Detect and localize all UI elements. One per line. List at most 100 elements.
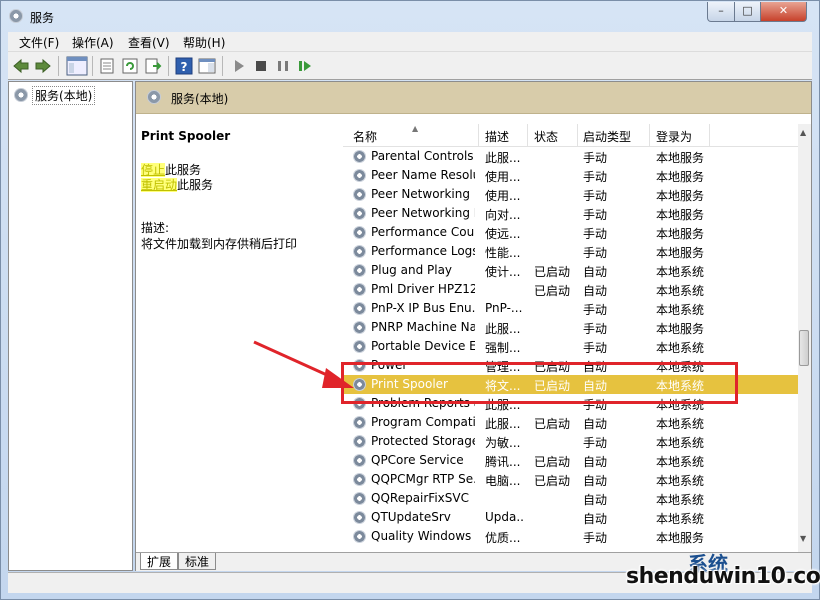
table-row[interactable]: QPCore Service 腾讯... 已启动 自动 本地系统: [343, 451, 798, 470]
menu-file[interactable]: 文件(F): [19, 34, 59, 51]
table-row[interactable]: QTUpdateSrv Upda... 自动 本地系统: [343, 508, 798, 527]
service-startup-cell: 手动: [583, 208, 608, 222]
properties-icon[interactable]: [98, 57, 116, 75]
service-desc-cell: 使用...: [485, 189, 521, 203]
table-row[interactable]: Performance Cou... 使远... 手动 本地服务: [343, 223, 798, 242]
service-gear-icon: [353, 264, 366, 277]
service-startup-cell: 手动: [583, 341, 608, 355]
service-name-cell: Peer Networking ...: [371, 187, 475, 201]
close-button[interactable]: ✕: [760, 2, 807, 22]
table-row[interactable]: QQRepairFixSVC 自动 本地系统: [343, 489, 798, 508]
column-headers: ▲ 名称 描述 状态 启动类型 登录为: [343, 124, 798, 147]
service-startup-cell: 自动: [583, 284, 608, 298]
service-detail-panel: Print Spooler 停止此服务 重启动此服务 描述: 将文件加载到内存供…: [136, 114, 341, 552]
column-logon-as[interactable]: 登录为: [656, 128, 692, 145]
highlight-box-annotation: [341, 362, 738, 404]
service-name-cell: Program Compati...: [371, 415, 475, 429]
table-row[interactable]: Parental Controls 此服... 手动 本地服务: [343, 147, 798, 166]
stop-link[interactable]: 停止: [141, 163, 166, 177]
service-name-cell: QQPCMgr RTP Se...: [371, 472, 475, 486]
service-name-cell: Performance Cou...: [371, 225, 475, 239]
service-startup-cell: 手动: [583, 151, 608, 165]
show-hide-console-tree-icon[interactable]: [66, 56, 88, 76]
forward-arrow-icon[interactable]: [34, 57, 52, 75]
service-gear-icon: [353, 283, 366, 296]
column-name[interactable]: 名称: [353, 128, 377, 145]
service-startup-cell: 自动: [583, 512, 608, 526]
service-logon-cell: 本地服务: [656, 208, 705, 222]
stop-service-icon[interactable]: [252, 57, 270, 75]
table-row[interactable]: QQPCMgr RTP Se... 电脑... 已启动 自动 本地系统: [343, 470, 798, 489]
scroll-up-icon[interactable]: ▲: [800, 128, 806, 137]
table-row[interactable]: PNRP Machine Na... 此服... 手动 本地服务: [343, 318, 798, 337]
scroll-down-icon[interactable]: ▼: [800, 534, 806, 543]
table-row[interactable]: Peer Name Resolu... 使用... 手动 本地服务: [343, 166, 798, 185]
service-status-cell: 已启动: [534, 417, 571, 431]
help-icon[interactable]: ?: [175, 57, 193, 75]
service-startup-cell: 手动: [583, 303, 608, 317]
watermark-text: shenduwin10.com: [626, 564, 820, 589]
service-startup-cell: 手动: [583, 531, 608, 545]
table-row[interactable]: Quality Windows ... 优质... 手动 本地服务: [343, 527, 798, 546]
menu-help[interactable]: 帮助(H): [183, 34, 225, 51]
table-row[interactable]: Peer Networking ... 使用... 手动 本地服务: [343, 185, 798, 204]
stop-suffix: 此服务: [165, 163, 202, 177]
service-name-cell: QPCore Service: [371, 453, 464, 467]
service-logon-cell: 本地系统: [656, 265, 705, 279]
selected-service-name: Print Spooler: [141, 129, 231, 143]
service-name-cell: PNRP Machine Na...: [371, 320, 475, 334]
service-gear-icon: [353, 169, 366, 182]
tab-extended[interactable]: 扩展: [140, 553, 179, 570]
service-name-cell: Pml Driver HPZ12: [371, 282, 475, 296]
column-description[interactable]: 描述: [485, 128, 509, 145]
menu-view[interactable]: 查看(V): [128, 34, 170, 51]
maximize-button[interactable]: □: [734, 2, 761, 22]
menu-action[interactable]: 操作(A): [72, 34, 114, 51]
column-startup-type[interactable]: 启动类型: [583, 128, 631, 145]
table-row[interactable]: PnP-X IP Bus Enu... PnP-... 手动 本地系统: [343, 299, 798, 318]
service-gear-icon: [353, 150, 366, 163]
minimize-button[interactable]: –: [707, 2, 735, 22]
table-row[interactable]: Program Compati... 此服... 已启动自动 本地系统: [343, 413, 798, 432]
service-desc-cell: 强制...: [485, 341, 521, 355]
service-logon-cell: 本地系统: [656, 284, 705, 298]
action-pane-icon[interactable]: [198, 57, 216, 75]
service-logon-cell: 本地系统: [656, 455, 705, 469]
service-desc-cell: Upda...: [485, 510, 525, 524]
restart-link[interactable]: 重启动: [141, 178, 178, 192]
table-row[interactable]: Pml Driver HPZ12 已启动 自动 本地系统: [343, 280, 798, 299]
table-row[interactable]: Performance Logs... 性能... 手动 本地服务: [343, 242, 798, 261]
service-gear-icon: [353, 226, 366, 239]
export-list-icon[interactable]: [144, 57, 162, 75]
service-startup-cell: 自动: [583, 474, 608, 488]
service-gear-icon: [353, 492, 366, 505]
back-arrow-icon[interactable]: [12, 57, 30, 75]
refresh-icon[interactable]: [121, 57, 139, 75]
services-list: ▲ 名称 描述 状态 启动类型 登录为 Parental Controls 此服.…: [343, 114, 798, 552]
service-logon-cell: 本地系统: [656, 512, 705, 526]
table-row[interactable]: Peer Networking I... 向对... 手动 本地服务: [343, 204, 798, 223]
start-service-icon[interactable]: [230, 57, 248, 75]
tree-node-services-local[interactable]: 服务(本地): [32, 86, 96, 105]
service-gear-icon: [353, 435, 366, 448]
service-name-cell: Performance Logs...: [371, 244, 475, 258]
description-label: 描述:: [141, 221, 170, 235]
service-gear-icon: [353, 454, 366, 467]
services-window: 服务 – □ ✕ 文件(F) 操作(A) 查看(V) 帮助(H) ? 服务(本地…: [0, 0, 820, 600]
pause-service-icon[interactable]: [274, 57, 292, 75]
tab-standard[interactable]: 标准: [178, 553, 217, 570]
service-desc-cell: 优质...: [485, 531, 521, 545]
sort-ascending-icon: ▲: [412, 124, 419, 133]
column-status[interactable]: 状态: [534, 128, 558, 145]
service-logon-cell: 本地服务: [656, 246, 705, 260]
vertical-scrollbar[interactable]: ▲ ▼: [798, 124, 811, 552]
services-gear-icon: [9, 9, 23, 23]
service-gear-icon: [353, 207, 366, 220]
services-gear-icon: [14, 88, 28, 102]
restart-service-icon[interactable]: [296, 57, 314, 75]
table-row[interactable]: Plug and Play 使计... 已启动 自动 本地系统: [343, 261, 798, 280]
scrollbar-thumb[interactable]: [799, 330, 809, 366]
table-row[interactable]: Protected Storage 为敏... 手动 本地系统: [343, 432, 798, 451]
table-row[interactable]: Portable Device E... 强制... 手动 本地系统: [343, 337, 798, 356]
service-desc-cell: 性能...: [485, 246, 521, 260]
